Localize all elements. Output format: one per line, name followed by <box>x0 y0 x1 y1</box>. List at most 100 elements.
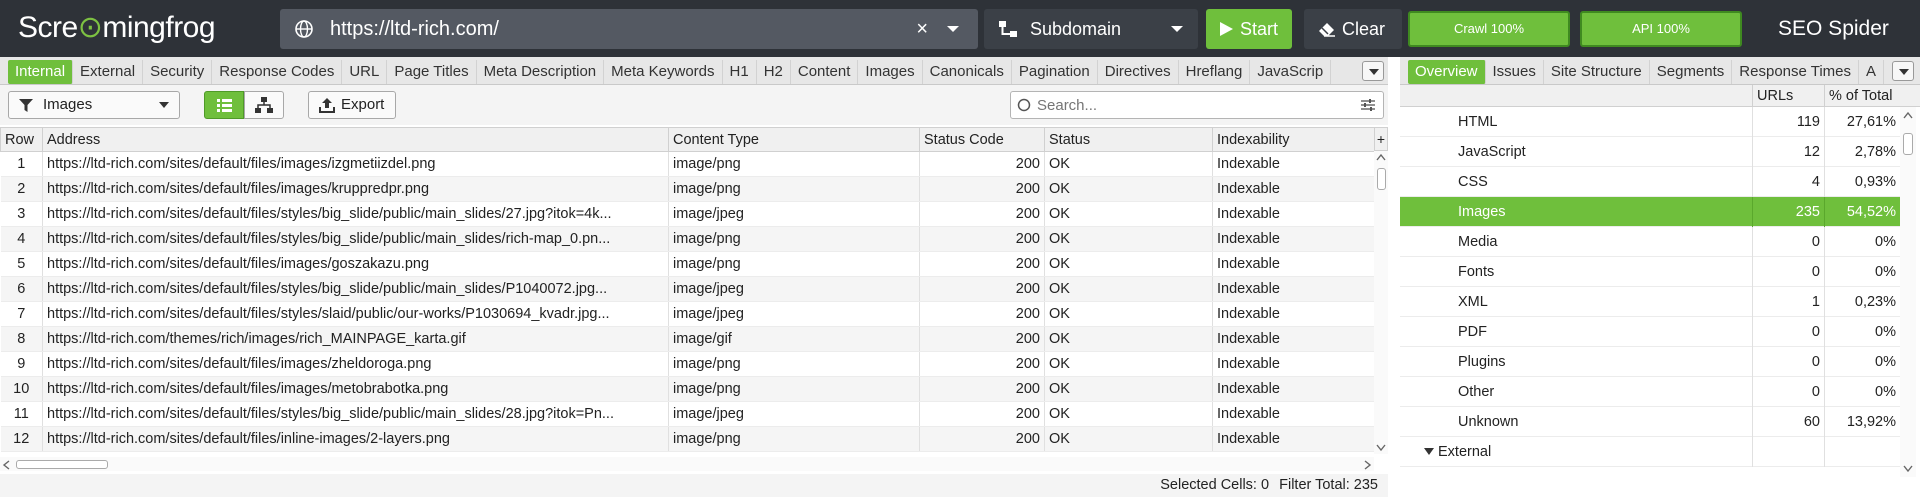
cell-address[interactable]: https://ltd-rich.com/sites/default/files… <box>42 301 669 327</box>
tab-internal[interactable]: Internal <box>8 60 74 84</box>
cell-row-number[interactable]: 3 <box>0 201 43 227</box>
cell-address[interactable]: https://ltd-rich.com/themes/rich/images/… <box>42 326 669 352</box>
tree-view-button[interactable] <box>244 91 284 119</box>
cell-indexability[interactable]: Indexable <box>1212 376 1375 402</box>
cell-row-number[interactable]: 4 <box>0 226 43 252</box>
cell-indexability[interactable]: Indexable <box>1212 351 1375 377</box>
tab-h1[interactable]: H1 <box>723 60 757 84</box>
column-header-status[interactable]: Status <box>1044 127 1213 152</box>
clear-url-icon[interactable]: × <box>916 18 928 40</box>
table-row[interactable]: 12 https://ltd-rich.com/sites/default/fil… <box>0 426 1375 452</box>
more-tabs-dropdown[interactable] <box>1362 61 1384 81</box>
table-row[interactable]: 5 https://ltd-rich.com/sites/default/file… <box>0 251 1375 277</box>
cell-content-type[interactable]: image/jpeg <box>668 401 920 427</box>
cell-status[interactable]: OK <box>1044 251 1213 277</box>
overview-row-images[interactable]: Images 235 54,52% <box>1400 197 1900 227</box>
cell-content-type[interactable]: image/png <box>668 176 920 202</box>
start-button[interactable]: Start <box>1206 9 1292 49</box>
overview-row-javascript[interactable]: JavaScript 12 2,78% <box>1400 137 1900 167</box>
cell-address[interactable]: https://ltd-rich.com/sites/default/files… <box>42 226 669 252</box>
overview-row-media[interactable]: Media 0 0% <box>1400 227 1900 257</box>
table-row[interactable]: 9 https://ltd-rich.com/sites/default/file… <box>0 351 1375 377</box>
cell-content-type[interactable]: image/png <box>668 376 920 402</box>
cell-indexability[interactable]: Indexable <box>1212 176 1375 202</box>
scroll-left-icon[interactable] <box>2 460 10 470</box>
cell-address[interactable]: https://ltd-rich.com/sites/default/files… <box>42 176 669 202</box>
column-header-row[interactable]: Row <box>0 127 43 152</box>
table-row[interactable]: 6 https://ltd-rich.com/sites/default/file… <box>0 276 1375 302</box>
cell-status[interactable]: OK <box>1044 326 1213 352</box>
cell-status-code[interactable]: 200 <box>919 301 1045 327</box>
cell-status[interactable]: OK <box>1044 151 1213 177</box>
overview-row-html[interactable]: HTML 119 27,61% <box>1400 107 1900 137</box>
url-input[interactable]: https://ltd-rich.com/ × <box>280 9 978 49</box>
cell-row-number[interactable]: 10 <box>0 376 43 402</box>
table-row[interactable]: 11 https://ltd-rich.com/sites/default/fil… <box>0 401 1375 427</box>
cell-indexability[interactable]: Indexable <box>1212 226 1375 252</box>
url-history-chevron-down-icon[interactable] <box>946 21 960 37</box>
table-row[interactable]: 1 https://ltd-rich.com/sites/default/file… <box>0 151 1375 177</box>
cell-indexability[interactable]: Indexable <box>1212 251 1375 277</box>
scroll-up-icon[interactable] <box>1903 111 1913 119</box>
tab-response-codes[interactable]: Response Codes <box>212 60 343 84</box>
column-header-pct-of-total[interactable]: % of Total <box>1824 85 1900 107</box>
tab-images[interactable]: Images <box>858 60 923 84</box>
cell-status[interactable]: OK <box>1044 176 1213 202</box>
scrollbar-thumb[interactable] <box>16 460 108 469</box>
add-column-button[interactable]: + <box>1374 127 1388 151</box>
cell-status-code[interactable]: 200 <box>919 251 1045 277</box>
cell-status[interactable]: OK <box>1044 351 1213 377</box>
cell-indexability[interactable]: Indexable <box>1212 326 1375 352</box>
cell-content-type[interactable]: image/png <box>668 151 920 177</box>
column-header-urls[interactable]: URLs <box>1752 85 1824 107</box>
cell-indexability[interactable]: Indexable <box>1212 201 1375 227</box>
overview-row-fonts[interactable]: Fonts 0 0% <box>1400 257 1900 287</box>
tab-canonicals[interactable]: Canonicals <box>923 60 1012 84</box>
cell-content-type[interactable]: image/jpeg <box>668 276 920 302</box>
column-header-status-code[interactable]: Status Code <box>919 127 1045 152</box>
cell-status[interactable]: OK <box>1044 276 1213 302</box>
overview-vertical-scrollbar[interactable] <box>1900 107 1916 477</box>
table-row[interactable]: 3 https://ltd-rich.com/sites/default/file… <box>0 201 1375 227</box>
cell-status-code[interactable]: 200 <box>919 151 1045 177</box>
cell-status-code[interactable]: 200 <box>919 376 1045 402</box>
tab-hreflang[interactable]: Hreflang <box>1179 60 1251 84</box>
overview-row-plugins[interactable]: Plugins 0 0% <box>1400 347 1900 377</box>
cell-address[interactable]: https://ltd-rich.com/sites/default/files… <box>42 401 669 427</box>
tab-external[interactable]: External <box>73 60 144 84</box>
cell-status-code[interactable]: 200 <box>919 426 1045 452</box>
cell-status[interactable]: OK <box>1044 376 1213 402</box>
cell-row-number[interactable]: 12 <box>0 426 43 452</box>
overview-row-pdf[interactable]: PDF 0 0% <box>1400 317 1900 347</box>
table-row[interactable]: 2 https://ltd-rich.com/sites/default/file… <box>0 176 1375 202</box>
cell-content-type[interactable]: image/png <box>668 426 920 452</box>
tab-segments[interactable]: Segments <box>1650 60 1733 84</box>
search-box[interactable] <box>1010 91 1384 119</box>
cell-status[interactable]: OK <box>1044 426 1213 452</box>
cell-row-number[interactable]: 7 <box>0 301 43 327</box>
overview-group-external[interactable]: External <box>1400 437 1900 467</box>
tab-h2[interactable]: H2 <box>757 60 791 84</box>
cell-address[interactable]: https://ltd-rich.com/sites/default/files… <box>42 426 669 452</box>
tab-issues[interactable]: Issues <box>1486 60 1544 84</box>
more-side-tabs-dropdown[interactable] <box>1892 61 1914 81</box>
table-row[interactable]: 7 https://ltd-rich.com/sites/default/file… <box>0 301 1375 327</box>
cell-content-type[interactable]: image/png <box>668 351 920 377</box>
column-header-address[interactable]: Address <box>42 127 669 152</box>
cell-address[interactable]: https://ltd-rich.com/sites/default/files… <box>42 151 669 177</box>
tab-javascript[interactable]: JavaScrip <box>1250 60 1332 84</box>
tab-meta-keywords[interactable]: Meta Keywords <box>604 60 723 84</box>
search-input[interactable] <box>1037 93 1337 117</box>
cell-address[interactable]: https://ltd-rich.com/sites/default/files… <box>42 201 669 227</box>
cell-indexability[interactable]: Indexable <box>1212 276 1375 302</box>
filter-dropdown[interactable]: Images <box>8 91 180 119</box>
url-text[interactable]: https://ltd-rich.com/ <box>330 9 499 49</box>
cell-status-code[interactable]: 200 <box>919 176 1045 202</box>
tab-site-structure[interactable]: Site Structure <box>1544 60 1650 84</box>
table-row[interactable]: 4 https://ltd-rich.com/sites/default/file… <box>0 226 1375 252</box>
cell-address[interactable]: https://ltd-rich.com/sites/default/files… <box>42 351 669 377</box>
scroll-up-icon[interactable] <box>1376 153 1386 161</box>
cell-content-type[interactable]: image/jpeg <box>668 201 920 227</box>
cell-status-code[interactable]: 200 <box>919 276 1045 302</box>
tab-overview[interactable]: Overview <box>1408 60 1486 84</box>
